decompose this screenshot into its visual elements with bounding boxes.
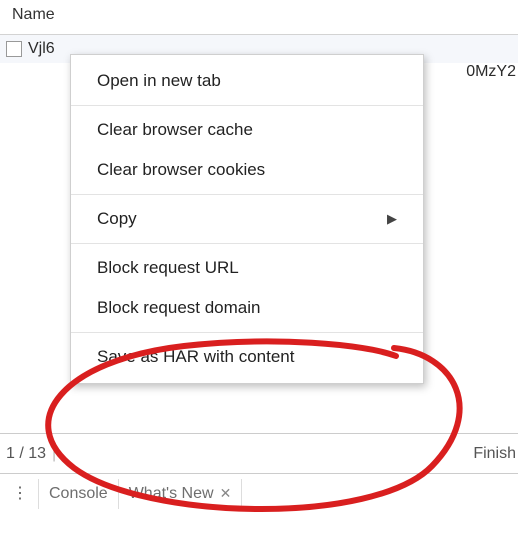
request-name-fragment-left: Vjl6 bbox=[28, 40, 55, 58]
status-finish-fragment: Finish bbox=[473, 445, 516, 463]
menu-clear-cookies[interactable]: Clear browser cookies bbox=[71, 150, 423, 190]
status-separator: | bbox=[52, 445, 56, 463]
menu-separator bbox=[71, 243, 423, 244]
tab-console-label: Console bbox=[49, 485, 108, 503]
request-checkbox[interactable] bbox=[6, 41, 22, 57]
menu-copy-label: Copy bbox=[97, 209, 137, 229]
close-icon[interactable]: ✕ bbox=[220, 485, 232, 502]
menu-separator bbox=[71, 194, 423, 195]
menu-clear-cache-label: Clear browser cache bbox=[97, 120, 253, 140]
chevron-right-icon: ▶ bbox=[387, 211, 397, 227]
menu-separator bbox=[71, 105, 423, 106]
menu-clear-cache[interactable]: Clear browser cache bbox=[71, 110, 423, 150]
context-menu: Open in new tab Clear browser cache Clea… bbox=[70, 54, 424, 384]
menu-copy[interactable]: Copy ▶ bbox=[71, 199, 423, 239]
status-requests-count: 1 / 13 bbox=[6, 445, 46, 463]
tab-whats-new[interactable]: What's New ✕ bbox=[119, 479, 243, 509]
devtools-drawer-tabs: ⋮ Console What's New ✕ bbox=[0, 473, 518, 513]
request-name-fragment-right: 0MzY2 bbox=[466, 63, 516, 81]
menu-block-request-url-label: Block request URL bbox=[97, 258, 239, 278]
menu-save-as-har-label: Save as HAR with content bbox=[97, 347, 294, 367]
network-status-bar: 1 / 13 | Finish bbox=[0, 433, 518, 473]
menu-block-request-url[interactable]: Block request URL bbox=[71, 248, 423, 288]
tab-whats-new-label: What's New bbox=[129, 485, 214, 503]
more-options-icon[interactable]: ⋮ bbox=[6, 482, 38, 506]
network-column-header[interactable]: Name bbox=[0, 0, 518, 35]
menu-block-request-domain-label: Block request domain bbox=[97, 298, 260, 318]
menu-separator bbox=[71, 332, 423, 333]
menu-block-request-domain[interactable]: Block request domain bbox=[71, 288, 423, 328]
menu-clear-cookies-label: Clear browser cookies bbox=[97, 160, 265, 180]
tab-console[interactable]: Console bbox=[38, 479, 119, 509]
menu-open-in-new-tab-label: Open in new tab bbox=[97, 71, 221, 91]
menu-save-as-har[interactable]: Save as HAR with content bbox=[71, 337, 423, 377]
column-name-label: Name bbox=[12, 6, 55, 23]
menu-open-in-new-tab[interactable]: Open in new tab bbox=[71, 61, 423, 101]
